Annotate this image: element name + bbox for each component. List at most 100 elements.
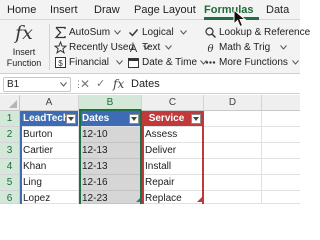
autosum-button[interactable]: AutoSum	[54, 25, 121, 40]
cancel-entry-icon[interactable]: ✕	[80, 76, 90, 92]
cell-d3[interactable]	[204, 143, 262, 159]
filter-dropdown-button[interactable]	[129, 114, 139, 124]
row-header-1[interactable]: 1	[0, 111, 20, 127]
more-functions-button[interactable]: More Functions	[204, 55, 300, 70]
row-header-5[interactable]: 5	[0, 175, 20, 191]
svg-text:A: A	[130, 43, 138, 54]
chevron-down-icon	[292, 60, 299, 65]
service-table-border-right	[202, 111, 204, 204]
name-box[interactable]: B1	[3, 77, 71, 92]
more-functions-label: More Functions	[219, 57, 288, 68]
cell-d4[interactable]	[204, 159, 262, 175]
filter-dropdown-button[interactable]	[66, 114, 76, 124]
column-header-e-partial[interactable]	[262, 95, 300, 111]
cell-c1[interactable]: Service	[142, 111, 204, 127]
cell-b6[interactable]: 12-23	[79, 191, 142, 204]
tab-insert[interactable]: Insert	[50, 1, 78, 19]
cell-c2[interactable]: Assess	[142, 127, 204, 143]
cell-a4[interactable]: Khan	[20, 159, 79, 175]
logical-button[interactable]: Logical	[127, 25, 189, 40]
name-box-value: B1	[7, 79, 20, 90]
formula-bar: B1 ⋮ ✕ ✓ fx Dates	[0, 75, 300, 94]
cell-e2[interactable]	[262, 127, 300, 143]
select-all-button[interactable]	[0, 95, 20, 111]
chevron-down-icon	[193, 117, 199, 121]
column-header-b[interactable]: B	[79, 95, 142, 111]
leadtech-table-border	[20, 111, 22, 204]
cell-d2[interactable]	[204, 127, 262, 143]
calendar-icon	[127, 56, 140, 69]
cell-b3[interactable]: 12-13	[79, 143, 142, 159]
insert-function-label-line1: Insert	[12, 47, 36, 57]
cell-e6[interactable]	[262, 191, 300, 204]
text-button[interactable]: A Text	[127, 40, 189, 55]
date-time-button[interactable]: Date & Time	[127, 55, 209, 70]
cell-d1[interactable]	[204, 111, 262, 127]
cell-a6[interactable]: Lopez	[20, 191, 79, 204]
ribbon-tab-bar: Home Insert Draw Page Layout Formulas Da…	[0, 0, 300, 20]
cell-c4[interactable]: Install	[142, 159, 204, 175]
cell-e3[interactable]	[262, 143, 300, 159]
chevron-down-icon	[68, 117, 74, 121]
service-header-label: Service	[148, 113, 185, 124]
lookup-reference-button[interactable]: Lookup & Reference	[204, 25, 310, 40]
text-label: Text	[142, 42, 161, 53]
row-header-4[interactable]: 4	[0, 159, 20, 175]
cell-e4[interactable]	[262, 159, 300, 175]
table-resize-handle-icon[interactable]	[136, 197, 141, 202]
service-table-border-left	[142, 111, 144, 204]
cell-e5[interactable]	[262, 175, 300, 191]
financial-icon: $	[54, 56, 67, 69]
cell-c6[interactable]: Replace	[142, 191, 204, 204]
chevron-down-icon	[165, 45, 172, 50]
dates-header-label: Dates	[82, 113, 110, 124]
chevron-down-icon	[114, 30, 121, 35]
cell-a3[interactable]: Cartier	[20, 143, 79, 159]
tab-formulas[interactable]: Formulas	[204, 1, 259, 20]
insert-function-icon[interactable]: fx	[113, 75, 124, 93]
cell-c5[interactable]: Repair	[142, 175, 204, 191]
lookup-icon	[204, 26, 217, 39]
star-icon	[53, 40, 68, 54]
cell-b2[interactable]: 12-10	[79, 127, 142, 143]
svg-text:θ: θ	[207, 44, 213, 54]
logical-icon	[127, 26, 140, 39]
math-trig-button[interactable]: θ Math & Trig	[204, 40, 289, 55]
column-header-a[interactable]: A	[20, 95, 79, 111]
select-all-triangle-icon	[9, 100, 17, 108]
text-icon: A	[127, 41, 140, 55]
insert-function-button[interactable]: fx Insert Function	[0, 22, 48, 72]
tab-draw[interactable]: Draw	[94, 1, 120, 19]
cell-a5[interactable]: Ling	[20, 175, 79, 191]
financial-label: Financial	[69, 57, 110, 68]
chevron-down-icon	[280, 45, 287, 50]
cell-e1[interactable]	[262, 111, 300, 127]
tab-home[interactable]: Home	[7, 1, 36, 19]
cell-a1[interactable]: LeadTech	[20, 111, 79, 127]
tab-page-layout[interactable]: Page Layout	[134, 1, 196, 19]
cell-b5[interactable]: 12-16	[79, 175, 142, 191]
table-resize-handle-icon[interactable]	[197, 197, 202, 202]
tab-data[interactable]: Data	[266, 1, 289, 19]
filter-dropdown-button[interactable]	[191, 114, 201, 124]
enter-entry-icon[interactable]: ✓	[96, 76, 105, 92]
column-header-c[interactable]: C	[142, 95, 204, 111]
column-header-d[interactable]: D	[204, 95, 262, 111]
cell-d5[interactable]	[204, 175, 262, 191]
row-header-3[interactable]: 3	[0, 143, 20, 159]
cell-d6[interactable]	[204, 191, 262, 204]
cell-a2[interactable]: Burton	[20, 127, 79, 143]
financial-button[interactable]: $ Financial	[54, 55, 123, 70]
cell-b4[interactable]: 12-13	[79, 159, 142, 175]
row-header-6[interactable]: 6	[0, 191, 20, 204]
logical-label: Logical	[142, 27, 174, 38]
cell-c3[interactable]: Deliver	[142, 143, 204, 159]
row-header-2[interactable]: 2	[0, 127, 20, 143]
formula-input[interactable]: Dates	[131, 75, 160, 93]
math-icon: θ	[204, 41, 217, 55]
cell-b1[interactable]: Dates	[79, 111, 142, 127]
ribbon-divider	[49, 24, 50, 70]
svg-text:$: $	[58, 59, 63, 68]
chevron-down-icon	[60, 82, 67, 87]
mouse-pointer-icon	[233, 9, 247, 28]
